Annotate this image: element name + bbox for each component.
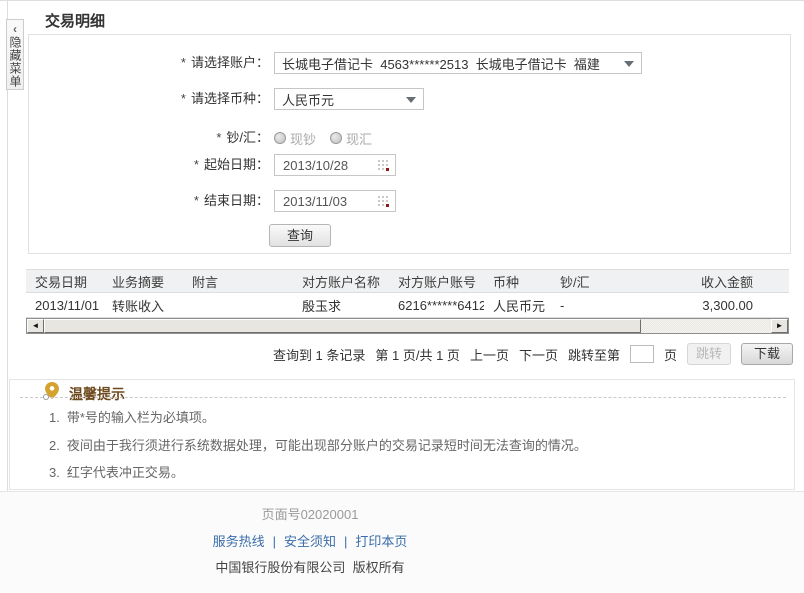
hide-menu-tab[interactable]: ‹ 隐藏菜单 xyxy=(6,19,24,90)
required-mark: * xyxy=(194,157,199,172)
col-header-cash-type: 钞/汇 xyxy=(551,270,651,293)
tips-divider-node xyxy=(43,394,49,400)
account-row: *请选择账户： 长城电子借记卡 4563******2513 长城电子借记卡 福… xyxy=(29,52,642,74)
cell-counterparty-name: 殷玉求 xyxy=(293,293,389,318)
tip-item: 1.带*号的输入栏为必填项。 xyxy=(49,407,215,426)
cell-counterparty-account: 6216******6412 xyxy=(389,293,484,318)
records-summary: 查询到 1 条记录 xyxy=(273,345,365,364)
currency-select-value: 人民币元 xyxy=(282,90,334,109)
currency-select[interactable]: 人民币元 xyxy=(274,88,424,110)
table-header-row: 交易日期 业务摘要 附言 对方账户名称 对方账户账号 币种 钞/汇 收入金额 xyxy=(26,270,789,293)
cell-currency: 人民币元 xyxy=(484,293,551,318)
account-label: *请选择账户： xyxy=(29,52,269,74)
scroll-left-arrow-icon[interactable]: ◄ xyxy=(27,319,44,333)
page-footer: 页面号02020001 服务热线 | 安全须知 | 打印本页 中国银行股份有限公司 版权… xyxy=(0,491,804,593)
radio-remit-label: 现汇 xyxy=(346,129,372,148)
prev-page-link[interactable]: 上一页 xyxy=(470,345,509,364)
footer-links: 服务热线 | 安全须知 | 打印本页 xyxy=(0,531,620,550)
required-mark: * xyxy=(181,91,186,106)
col-header-counterparty-account: 对方账户账号 xyxy=(389,270,484,293)
start-date-value: 2013/10/28 xyxy=(283,158,348,173)
tip-item: 2.夜间由于我行须进行系统数据处理，可能出现部分账户的交易记录短时间无法查询的情… xyxy=(49,435,587,454)
query-button[interactable]: 查询 xyxy=(269,224,331,247)
col-header-counterparty-name: 对方账户名称 xyxy=(293,270,389,293)
jump-page-input[interactable] xyxy=(630,345,654,363)
account-select-value: 长城电子借记卡 4563******2513 长城电子借记卡 福建 xyxy=(282,54,600,73)
tips-title: 温馨提示 xyxy=(69,384,125,404)
tips-divider xyxy=(20,397,786,398)
chevron-down-icon xyxy=(406,97,416,103)
cell-date: 2013/11/01 xyxy=(26,293,103,318)
currency-row: *请选择币种： 人民币元 xyxy=(29,88,424,110)
copyright-text: 中国银行股份有限公司 版权所有 xyxy=(0,557,620,576)
next-page-link[interactable]: 下一页 xyxy=(519,345,558,364)
cell-summary: 转账收入 xyxy=(103,293,183,318)
horizontal-scrollbar[interactable]: ◄ ► xyxy=(26,318,789,334)
link-separator: | xyxy=(273,534,276,549)
cash-type-radio-group: 现钞 现汇 xyxy=(274,129,386,148)
cell-cash-type: - xyxy=(551,293,651,318)
scrollbar-thumb[interactable] xyxy=(44,319,641,333)
calendar-icon[interactable] xyxy=(377,159,391,176)
end-date-row: *结束日期： 2013/11/03 xyxy=(29,190,396,212)
radio-icon xyxy=(274,132,286,144)
scroll-right-arrow-icon[interactable]: ► xyxy=(771,319,788,333)
radio-icon xyxy=(330,132,342,144)
transactions-table: 交易日期 业务摘要 附言 对方账户名称 对方账户账号 币种 钞/汇 收入金额 2… xyxy=(26,269,789,318)
cell-income-amount: 3,300.00 xyxy=(651,293,789,318)
jump-label: 跳转至第 xyxy=(568,345,620,364)
link-separator: | xyxy=(344,534,347,549)
required-mark: * xyxy=(194,193,199,208)
chevron-down-icon xyxy=(624,61,634,67)
col-header-summary: 业务摘要 xyxy=(103,270,183,293)
collapse-chevron-icon: ‹ xyxy=(13,22,17,36)
calendar-icon[interactable] xyxy=(377,195,391,212)
col-header-income-amount: 收入金额 xyxy=(651,270,789,293)
transaction-detail-page: { "sidebar": { "collapse_icon": "‹", "hi… xyxy=(0,0,804,592)
download-button[interactable]: 下载 xyxy=(741,343,793,365)
print-page-link[interactable]: 打印本页 xyxy=(355,534,407,549)
start-date-label: *起始日期： xyxy=(29,154,269,176)
required-mark: * xyxy=(181,55,186,70)
jump-unit-label: 页 xyxy=(664,345,677,364)
page-info: 第 1 页/共 1 页 xyxy=(375,345,460,364)
end-date-label: *结束日期： xyxy=(29,190,269,212)
cash-type-label: *钞/汇： xyxy=(29,127,269,149)
radio-remit[interactable]: 现汇 xyxy=(330,129,372,148)
jump-button[interactable]: 跳转 xyxy=(687,343,731,365)
start-date-input[interactable]: 2013/10/28 xyxy=(274,154,396,176)
tip-item: 3.红字代表冲正交易。 xyxy=(49,462,184,481)
service-hotline-link[interactable]: 服务热线 xyxy=(213,534,265,549)
pagination-bar: 查询到 1 条记录 第 1 页/共 1 页 上一页 下一页 跳转至第 页 跳转 … xyxy=(26,343,793,365)
account-select[interactable]: 长城电子借记卡 4563******2513 长城电子借记卡 福建 xyxy=(274,52,642,74)
radio-cash-label: 现钞 xyxy=(290,129,316,148)
required-mark: * xyxy=(216,130,221,145)
page-number: 页面号02020001 xyxy=(0,504,620,523)
hide-menu-label: 隐藏菜单 xyxy=(8,36,22,88)
page-title: 交易明细 xyxy=(45,10,105,31)
end-date-value: 2013/11/03 xyxy=(283,194,347,209)
col-header-memo: 附言 xyxy=(183,270,293,293)
start-date-row: *起始日期： 2013/10/28 xyxy=(29,154,396,176)
table-row: 2013/11/01 转账收入 殷玉求 6216******6412 人民币元 … xyxy=(26,293,789,318)
query-form-panel: *请选择账户： 长城电子借记卡 4563******2513 长城电子借记卡 福… xyxy=(28,34,791,254)
col-header-date: 交易日期 xyxy=(26,270,103,293)
cell-memo xyxy=(183,293,293,318)
security-notice-link[interactable]: 安全须知 xyxy=(284,534,336,549)
currency-label: *请选择币种： xyxy=(29,88,269,110)
end-date-input[interactable]: 2013/11/03 xyxy=(274,190,396,212)
radio-cash[interactable]: 现钞 xyxy=(274,129,316,148)
cash-type-row: *钞/汇： 现钞 现汇 xyxy=(29,127,386,149)
col-header-currency: 币种 xyxy=(484,270,551,293)
tips-panel: 温馨提示 1.带*号的输入栏为必填项。 2.夜间由于我行须进行系统数据处理，可能… xyxy=(9,379,795,490)
